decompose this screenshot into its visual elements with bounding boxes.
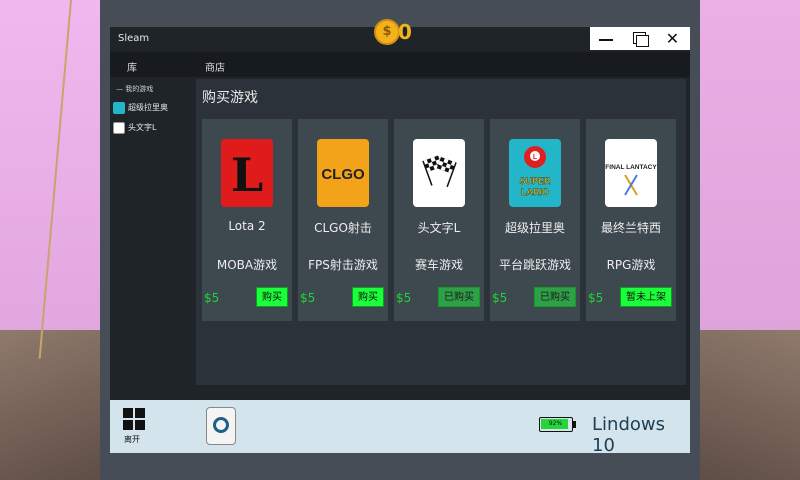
game-price: $5 (300, 291, 316, 305)
screen: Sleam $ 0 ✕ 库 商店 — 我的游戏 超级拉里奥 头文字L 购买游戏 … (110, 19, 690, 456)
coin-count: 0 (398, 20, 412, 44)
close-button[interactable]: ✕ (656, 27, 689, 50)
racing-flags-thumb-icon (113, 121, 125, 134)
racing-flags-logo (413, 139, 465, 207)
leave-label[interactable]: 离开 (124, 434, 140, 445)
background-desk-left (0, 330, 110, 480)
start-icon-pane (135, 420, 145, 430)
game-name: 超级拉里奥 (504, 221, 565, 235)
game-genre: MOBA游戏 (216, 258, 278, 272)
tab-bar: 库 商店 (110, 52, 690, 77)
start-icon-pane (123, 420, 133, 430)
store-title: 购买游戏 (202, 90, 258, 106)
library-sidebar: — 我的游戏 超级拉里奥 头文字L (110, 79, 192, 399)
game-price: $5 (396, 291, 412, 305)
game-name: 最终兰特西 (600, 221, 661, 235)
game-card-lota2[interactable]: L Lota 2 MOBA游戏 $5 购买 (202, 119, 292, 321)
unavailable-button[interactable]: 暂未上架 (620, 287, 672, 307)
background-desk-right (690, 330, 800, 480)
sleam-app-icon[interactable] (206, 407, 236, 445)
sidebar-item-label: 超级拉里奥 (128, 103, 168, 112)
purchased-button[interactable]: 已购买 (438, 287, 480, 307)
svg-text:LARIO: LARIO (521, 187, 549, 197)
window-titlebar: Sleam $ 0 ✕ (110, 19, 690, 52)
game-name: 头文字L (417, 221, 461, 235)
game-price: $5 (492, 291, 508, 305)
svg-text:SUPER: SUPER (519, 176, 551, 186)
my-games-header[interactable]: — 我的游戏 (116, 84, 153, 94)
start-icon-pane (135, 408, 145, 418)
restore-icon-front (636, 35, 649, 47)
battery-percent: 92% (548, 420, 563, 427)
sidebar-item-label: 头文字L (128, 123, 157, 132)
windows-start-icon[interactable] (123, 408, 145, 430)
os-name: Lindows 10 (592, 414, 665, 456)
window-controls: ✕ (590, 27, 690, 50)
sidebar-item-initial-l[interactable]: 头文字L (113, 121, 156, 135)
lota2-logo: L (221, 139, 273, 207)
game-card-super-lario[interactable]: L SUPER LARIO 超级拉里奥 平台跳跃游戏 $5 已购买 (490, 119, 580, 321)
buy-button[interactable]: 购买 (352, 287, 384, 307)
clgo-logo: CLGO (317, 139, 369, 207)
game-genre: RPG游戏 (606, 258, 656, 272)
game-card-final-lantacy[interactable]: FINAL LANTACY 最终兰特西 RPG游戏 $5 暂未上架 (586, 119, 676, 321)
super-lario-logo: L SUPER LARIO (509, 139, 561, 207)
svg-text:L: L (231, 148, 263, 202)
sleam-logo-icon (213, 417, 229, 433)
purchased-button[interactable]: 已购买 (534, 287, 576, 307)
final-lantacy-logo: FINAL LANTACY (605, 139, 657, 207)
battery-nub-icon (573, 421, 576, 428)
svg-text:FINAL LANTACY: FINAL LANTACY (605, 164, 657, 171)
start-icon-pane (123, 408, 133, 418)
coin-icon: $ (374, 19, 400, 45)
game-name: Lota 2 (228, 219, 266, 233)
taskbar: 离开 92% Lindows 10 (110, 400, 690, 456)
game-genre: 平台跳跃游戏 (498, 258, 571, 272)
maximize-button[interactable] (623, 27, 656, 50)
svg-text:L: L (533, 154, 538, 161)
game-price: $5 (204, 291, 220, 305)
game-card-initial-l[interactable]: 头文字L 赛车游戏 $5 已购买 (394, 119, 484, 321)
tab-store[interactable]: 商店 (205, 59, 225, 74)
store-panel: 购买游戏 L Lota 2 MOBA游戏 $5 购买 CLGO CLGO射击 F… (196, 79, 686, 385)
tab-library[interactable]: 库 (127, 59, 137, 74)
svg-text:CLGO: CLGO (321, 166, 365, 183)
mario-thumb-icon (113, 101, 125, 114)
game-name: CLGO射击 (314, 221, 372, 235)
minimize-button[interactable] (590, 27, 623, 50)
sidebar-item-super-lario[interactable]: 超级拉里奥 (113, 101, 168, 115)
game-price: $5 (588, 291, 604, 305)
window-title: Sleam (118, 33, 150, 44)
game-card-clgo[interactable]: CLGO CLGO射击 FPS射击游戏 $5 购买 (298, 119, 388, 321)
buy-button[interactable]: 购买 (256, 287, 288, 307)
game-genre: FPS射击游戏 (308, 258, 378, 272)
battery-icon: 92% (539, 417, 573, 432)
game-genre: 赛车游戏 (414, 258, 463, 272)
